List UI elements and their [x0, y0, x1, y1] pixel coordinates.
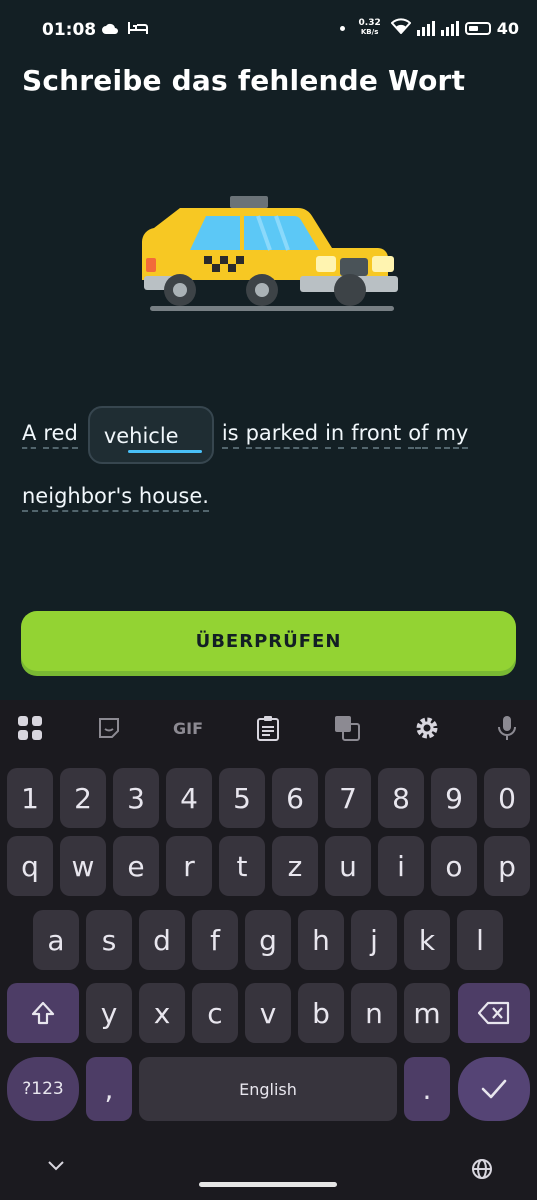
key-g[interactable]: g [245, 910, 291, 970]
sticker-icon[interactable] [94, 713, 124, 743]
key-i[interactable]: i [378, 836, 424, 896]
key-n[interactable]: n [351, 983, 397, 1043]
signal-icon [440, 20, 459, 36]
bed-icon [128, 20, 148, 39]
sentence-word[interactable]: red [43, 421, 78, 449]
space-key[interactable]: English [139, 1057, 397, 1121]
check-button[interactable]: ÜBERPRÜFEN [21, 611, 516, 671]
key-f[interactable]: f [192, 910, 238, 970]
key-2[interactable]: 2 [60, 768, 106, 828]
status-bar: 01:08 0.32 KB/s 40 [0, 0, 537, 62]
answer-input[interactable]: vehicle [87, 406, 214, 464]
key-0[interactable]: 0 [484, 768, 530, 828]
clipboard-icon[interactable] [253, 713, 283, 743]
key-w[interactable]: w [60, 836, 106, 896]
key-6[interactable]: 6 [272, 768, 318, 828]
key-u[interactable]: u [325, 836, 371, 896]
answer-input-value: vehicle [103, 424, 179, 448]
settings-icon[interactable] [412, 713, 442, 743]
sentence-word[interactable]: front [351, 421, 402, 449]
keyboard-toolbar: GIF [0, 700, 537, 756]
key-j[interactable]: j [351, 910, 397, 970]
gif-button[interactable]: GIF [168, 713, 208, 743]
globe-icon[interactable] [471, 1158, 493, 1184]
sentence-word[interactable]: A [22, 421, 37, 449]
checkmark-icon [481, 1079, 507, 1099]
key-t[interactable]: t [219, 836, 265, 896]
key-r[interactable]: r [166, 836, 212, 896]
cloud-icon [102, 20, 118, 39]
key-x[interactable]: x [139, 983, 185, 1043]
sentence-word[interactable]: of [408, 421, 429, 449]
key-9[interactable]: 9 [431, 768, 477, 828]
key-5[interactable]: 5 [219, 768, 265, 828]
key-y[interactable]: y [86, 983, 132, 1043]
sentence-word[interactable]: is [221, 421, 239, 449]
key-s[interactable]: s [86, 910, 132, 970]
notification-dot-icon [339, 25, 345, 31]
key-8[interactable]: 8 [378, 768, 424, 828]
key-3[interactable]: 3 [113, 768, 159, 828]
key-o[interactable]: o [431, 836, 477, 896]
key-k[interactable]: k [404, 910, 450, 970]
backspace-icon [478, 1001, 510, 1025]
key-p[interactable]: p [484, 836, 530, 896]
key-h[interactable]: h [298, 910, 344, 970]
key-b[interactable]: b [298, 983, 344, 1043]
sentence-word[interactable]: my [435, 421, 469, 449]
status-time: 01:08 [42, 20, 97, 40]
page-title: Schreibe das fehlende Wort [22, 64, 466, 97]
key-1[interactable]: 1 [7, 768, 53, 828]
key-c[interactable]: c [192, 983, 238, 1043]
gesture-nav-bar[interactable] [199, 1182, 337, 1187]
key-e[interactable]: e [113, 836, 159, 896]
keyboard: GIF 1 2 3 4 5 6 7 8 9 0 q w e r t z u i … [0, 700, 537, 1200]
battery-level: 40 [496, 18, 519, 38]
network-speed: 0.32 KB/s [358, 18, 381, 37]
sentence-word[interactable]: parked [245, 421, 319, 449]
key-d[interactable]: d [139, 910, 185, 970]
key-m[interactable]: m [404, 983, 450, 1043]
backspace-key[interactable] [458, 983, 530, 1043]
mic-icon[interactable] [492, 713, 522, 743]
sentence-line-2[interactable]: neighbor's house. [22, 484, 209, 512]
shift-icon [31, 1001, 55, 1025]
answer-cursor-underline [127, 450, 202, 453]
key-q[interactable]: q [7, 836, 53, 896]
enter-key[interactable] [458, 1057, 530, 1121]
key-z[interactable]: z [272, 836, 318, 896]
wifi-icon [390, 18, 412, 38]
symbols-key[interactable]: ?123 [7, 1057, 79, 1121]
translate-icon[interactable] [332, 713, 362, 743]
shift-key[interactable] [7, 983, 79, 1043]
sentence-word[interactable]: in [325, 421, 345, 449]
battery-icon [464, 21, 491, 35]
key-a[interactable]: a [33, 910, 79, 970]
chevron-down-icon[interactable] [46, 1158, 66, 1177]
key-7[interactable]: 7 [325, 768, 371, 828]
key-l[interactable]: l [457, 910, 503, 970]
signal-icon [416, 20, 435, 36]
taxi-illustration [140, 190, 402, 320]
sentence-line-1: A red vehicle is parked in front of my [22, 404, 469, 466]
apps-icon[interactable] [15, 713, 45, 743]
comma-key[interactable]: , [86, 1057, 132, 1121]
key-v[interactable]: v [245, 983, 291, 1043]
key-4[interactable]: 4 [166, 768, 212, 828]
period-key[interactable]: . [404, 1057, 450, 1121]
